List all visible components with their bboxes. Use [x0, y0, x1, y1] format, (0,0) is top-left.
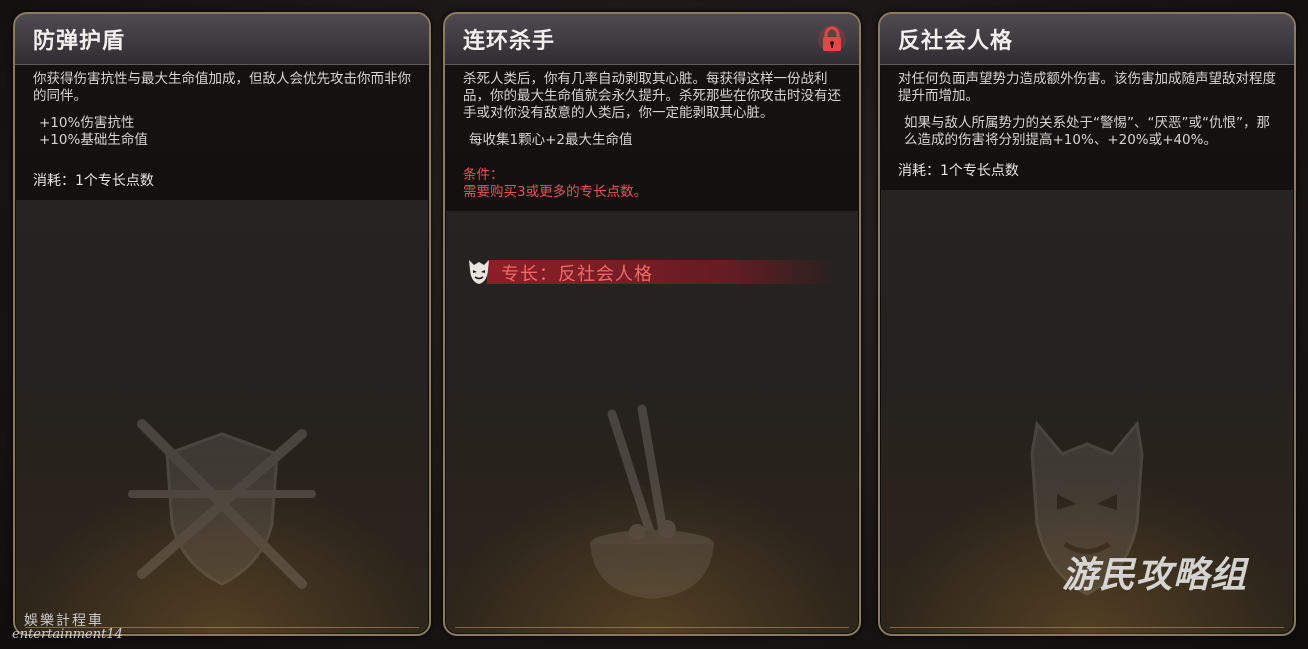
watermark-gamersky: 游民攻略组	[1062, 555, 1248, 596]
card-title: 反社会人格	[898, 29, 1014, 54]
card-glow	[445, 474, 859, 634]
demon-mask-icon	[469, 260, 489, 284]
bonus-line: +10%基础生命值	[39, 132, 148, 148]
watermark-left-english: entertainment14	[12, 627, 123, 642]
required-perk-tag[interactable]: 专长：反社会人格	[465, 254, 837, 288]
lock-icon	[818, 25, 846, 53]
perk-cost: 消耗：1个专长点数	[33, 173, 154, 189]
corner-ornament	[445, 14, 463, 54]
perk-card-serial-killer[interactable]: 连环杀手 杀死人类后，你有几率自动剥取其心脏。每获得这样一份战利品，你的最大生命…	[443, 12, 861, 636]
card-body: 你获得伤害抗性与最大生命值加成，但敌人会优先攻击你而非你的同伴。 +10%伤害抗…	[15, 65, 429, 200]
bottom-ornament	[890, 613, 1284, 628]
bottom-ornament	[455, 613, 849, 628]
card-header: 连环杀手	[445, 14, 859, 65]
perk-bonuses: +10%伤害抗性 +10%基础生命值	[39, 115, 413, 149]
condition-label: 条件：	[463, 167, 504, 183]
perk-description: 杀死人类后，你有几率自动剥取其心脏。每获得这样一份战利品，你的最大生命值就会永久…	[463, 71, 841, 121]
perk-description: 对任何负面声望势力造成额外伤害。该伤害加成随声望敌对程度提升而增加。	[898, 71, 1276, 104]
condition-text: 需要购买3或更多的专长点数。	[463, 184, 648, 200]
perk-detail: 如果与敌人所属势力的关系处于“警惕”、“厌恶”或“仇恨”，那么造成的伤害将分别提…	[904, 115, 1270, 148]
card-title: 连环杀手	[463, 29, 556, 54]
perk-card-bulletproof-shield[interactable]: 防弹护盾 你获得伤害抗性与最大生命值加成，但敌人会优先攻击你而非你的同伴。 +1…	[13, 12, 431, 636]
card-body: 对任何负面声望势力造成额外伤害。该伤害加成随声望敌对程度提升而增加。 如果与敌人…	[880, 65, 1294, 190]
perk-bonus: 每收集1颗心+2最大生命值	[469, 132, 633, 148]
card-title: 防弹护盾	[33, 29, 126, 54]
corner-ornament	[15, 14, 33, 54]
required-perk-label: 专长：反社会人格	[501, 264, 653, 285]
card-header: 防弹护盾	[15, 14, 429, 65]
perk-description: 你获得伤害抗性与最大生命值加成，但敌人会优先攻击你而非你的同伴。	[33, 71, 411, 104]
perk-card-antisocial[interactable]: 反社会人格 对任何负面声望势力造成额外伤害。该伤害加成随声望敌对程度提升而增加。…	[878, 12, 1296, 636]
corner-ornament	[880, 14, 898, 54]
card-body: 杀死人类后，你有几率自动剥取其心脏。每获得这样一份战利品，你的最大生命值就会永久…	[445, 65, 859, 211]
card-header: 反社会人格	[880, 14, 1294, 65]
perk-screen: 防弹护盾 你获得伤害抗性与最大生命值加成，但敌人会优先攻击你而非你的同伴。 +1…	[0, 0, 1308, 649]
perk-cost: 消耗：1个专长点数	[898, 163, 1019, 179]
bonus-line: +10%伤害抗性	[39, 115, 135, 131]
